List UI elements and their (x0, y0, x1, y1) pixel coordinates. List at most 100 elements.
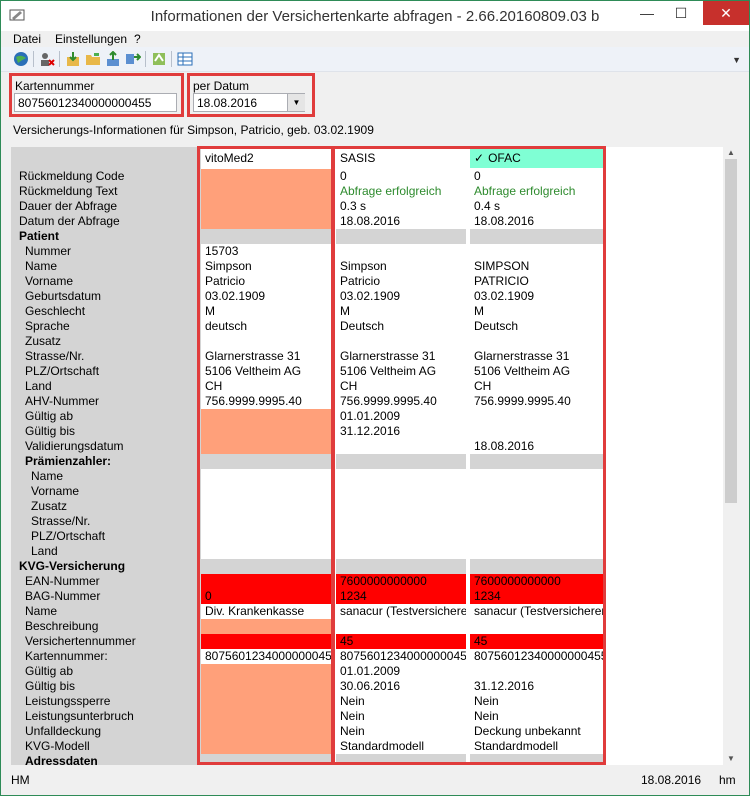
table-cell[interactable]: 0.4 s (470, 199, 604, 214)
table-cell[interactable]: 45 (470, 634, 604, 649)
minimize-button[interactable]: — (631, 1, 663, 25)
table-cell[interactable]: Standardmodell (470, 739, 604, 754)
table-cell[interactable] (470, 244, 604, 259)
table-cell[interactable]: 0 (336, 169, 466, 184)
table-cell[interactable]: Nein (470, 694, 604, 709)
table-cell[interactable]: 01.01.2009 (336, 409, 466, 424)
table-cell[interactable] (336, 469, 466, 484)
table-cell[interactable] (201, 694, 331, 709)
table-cell[interactable]: 03.02.1909 (336, 289, 466, 304)
table-cell[interactable]: 18.08.2016 (336, 214, 466, 229)
table-cell[interactable] (336, 334, 466, 349)
table-cell[interactable] (336, 544, 466, 559)
table-cell[interactable] (470, 619, 604, 634)
table-cell[interactable] (201, 529, 331, 544)
table-cell[interactable] (201, 544, 331, 559)
table-cell[interactable]: 5106 Veltheim AG (470, 364, 604, 379)
grid-icon[interactable] (177, 51, 193, 67)
table-cell[interactable] (201, 439, 331, 454)
refresh-icon[interactable] (151, 51, 167, 67)
table-cell[interactable]: Nein (470, 709, 604, 724)
table-cell[interactable] (201, 619, 331, 634)
table-cell[interactable]: 7600000000000 (470, 574, 604, 589)
table-cell[interactable]: Patricio (201, 274, 331, 289)
table-cell[interactable] (201, 409, 331, 424)
table-cell[interactable]: sanacur (Testversicherer) (470, 604, 604, 619)
close-button[interactable]: ✕ (703, 1, 749, 25)
table-cell[interactable]: Nein (336, 709, 466, 724)
table-cell[interactable] (201, 739, 331, 754)
table-cell[interactable]: 80756012340000000455 (201, 649, 331, 664)
table-cell[interactable]: Abfrage erfolgreich (470, 184, 604, 199)
table-cell[interactable]: Glarnerstrasse 31 (201, 349, 331, 364)
table-cell[interactable] (336, 499, 466, 514)
table-cell[interactable]: Patricio (336, 274, 466, 289)
table-cell[interactable]: 80756012340000000455 (470, 649, 604, 664)
import-icon[interactable] (65, 51, 81, 67)
table-cell[interactable]: Standardmodell (336, 739, 466, 754)
table-cell[interactable]: Deckung unbekannt (470, 724, 604, 739)
table-cell[interactable] (201, 679, 331, 694)
table-cell[interactable] (201, 169, 331, 184)
table-cell[interactable] (336, 439, 466, 454)
table-cell[interactable]: 1234 (470, 589, 604, 604)
scroll-down-icon[interactable]: ▼ (723, 753, 739, 765)
table-cell[interactable]: Simpson (336, 259, 466, 274)
table-cell[interactable] (201, 469, 331, 484)
table-cell[interactable]: 01.01.2009 (336, 664, 466, 679)
table-cell[interactable] (470, 469, 604, 484)
table-cell[interactable]: deutsch (201, 319, 331, 334)
table-cell[interactable] (470, 499, 604, 514)
table-cell[interactable]: M (201, 304, 331, 319)
table-cell[interactable]: 31.12.2016 (470, 679, 604, 694)
toolbar-overflow-icon[interactable]: ▼ (732, 55, 741, 65)
table-cell[interactable]: 756.9999.9995.40 (336, 394, 466, 409)
folder-icon[interactable] (85, 51, 101, 67)
table-cell[interactable] (201, 664, 331, 679)
table-cell[interactable]: 0.3 s (336, 199, 466, 214)
table-cell[interactable] (470, 334, 604, 349)
world-icon[interactable] (13, 51, 29, 67)
table-cell[interactable] (201, 214, 331, 229)
table-cell[interactable]: 45 (336, 634, 466, 649)
table-cell[interactable]: Div. Krankenkasse (201, 604, 331, 619)
table-cell[interactable]: 0 (470, 169, 604, 184)
table-cell[interactable]: 30.06.2016 (336, 679, 466, 694)
table-cell[interactable] (470, 409, 604, 424)
table-cell[interactable]: 31.12.2016 (336, 424, 466, 439)
table-cell[interactable] (201, 484, 331, 499)
table-cell[interactable]: Deutsch (470, 319, 604, 334)
table-cell[interactable] (336, 514, 466, 529)
table-cell[interactable] (201, 334, 331, 349)
transfer-icon[interactable] (125, 51, 141, 67)
table-cell[interactable]: SIMPSON (470, 259, 604, 274)
vertical-scrollbar[interactable]: ▲ ▼ (723, 147, 739, 765)
table-cell[interactable] (470, 664, 604, 679)
table-cell[interactable] (201, 514, 331, 529)
table-cell[interactable] (336, 244, 466, 259)
menu-help[interactable]: ? (134, 32, 141, 46)
table-cell[interactable]: 18.08.2016 (470, 439, 604, 454)
table-cell[interactable]: 1234 (336, 589, 466, 604)
table-cell[interactable] (470, 529, 604, 544)
table-cell[interactable]: 03.02.1909 (470, 289, 604, 304)
table-cell[interactable]: PATRICIO (470, 274, 604, 289)
table-cell[interactable] (201, 709, 331, 724)
table-cell[interactable] (336, 619, 466, 634)
table-cell[interactable]: 03.02.1909 (201, 289, 331, 304)
table-cell[interactable]: sanacur (Testversicherer) (336, 604, 466, 619)
upload-icon[interactable] (105, 51, 121, 67)
delete-user-icon[interactable] (39, 51, 55, 67)
table-cell[interactable]: M (336, 304, 466, 319)
table-cell[interactable]: CH (201, 379, 331, 394)
table-cell[interactable]: Glarnerstrasse 31 (470, 349, 604, 364)
table-cell[interactable] (336, 529, 466, 544)
table-cell[interactable] (201, 184, 331, 199)
table-cell[interactable] (470, 544, 604, 559)
table-cell[interactable] (470, 484, 604, 499)
table-cell[interactable]: Abfrage erfolgreich (336, 184, 466, 199)
table-cell[interactable]: 756.9999.9995.40 (201, 394, 331, 409)
table-cell[interactable]: CH (470, 379, 604, 394)
scroll-up-icon[interactable]: ▲ (723, 147, 739, 159)
table-cell[interactable] (336, 484, 466, 499)
